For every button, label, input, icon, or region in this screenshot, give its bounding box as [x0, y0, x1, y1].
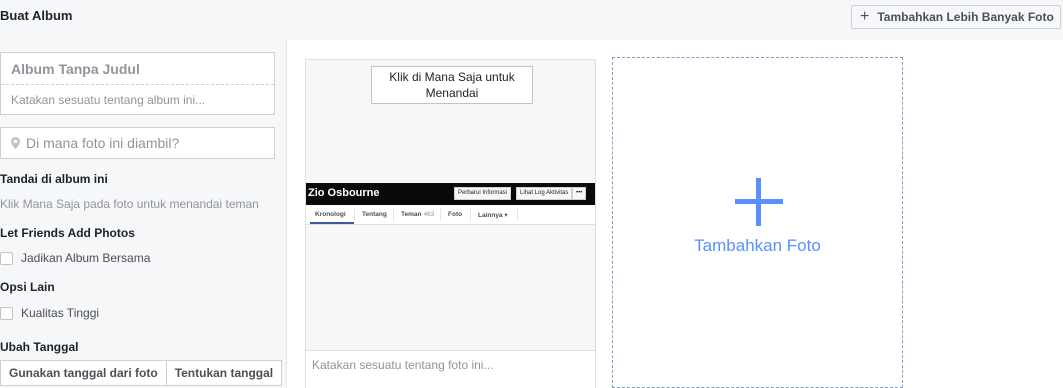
- plus-icon: [735, 178, 783, 226]
- album-box-divider: [1, 84, 274, 85]
- shared-album-option[interactable]: Jadikan Album Bersama: [0, 251, 150, 265]
- friends-add-heading: Let Friends Add Photos: [0, 226, 135, 240]
- photo-preview[interactable]: Klik di Mana Saja untuk Menandai Zio Osb…: [306, 60, 595, 350]
- plus-icon: +: [860, 8, 870, 25]
- album-description-input[interactable]: Katakan sesuatu tentang album ini...: [11, 93, 205, 107]
- use-photo-date-button[interactable]: Gunakan tanggal dari foto: [0, 360, 167, 386]
- tag-tooltip-line2: Menandai: [425, 86, 479, 100]
- photo-card: Klik di Mana Saja untuk Menandai Zio Osb…: [305, 59, 596, 388]
- high-quality-label: Kualitas Tinggi: [21, 306, 100, 320]
- shared-album-checkbox[interactable]: [0, 251, 13, 265]
- album-info-box: Album Tanpa Judul Katakan sesuatu tentan…: [0, 52, 275, 115]
- tab-separator: [440, 209, 441, 221]
- tab-separator: [354, 209, 355, 221]
- album-settings-sidebar: Album Tanpa Judul Katakan sesuatu tentan…: [0, 40, 287, 388]
- location-input[interactable]: Di mana foto ini diambil?: [0, 127, 275, 159]
- tag-tooltip: Klik di Mana Saja untuk Menandai: [371, 66, 533, 104]
- profile-name: Zio Osbourne: [308, 187, 380, 199]
- tab-timeline: Kronologi: [315, 211, 346, 218]
- tab-friends: Teman 463: [401, 211, 435, 218]
- profile-cover-bar: Zio Osbourne Perbarui Informasi Lihat Lo…: [306, 183, 595, 205]
- more-options-button: •••: [572, 187, 587, 200]
- map-pin-icon: [11, 137, 20, 149]
- tab-separator: [470, 209, 471, 221]
- tab-more: Lainnya ▾: [478, 212, 508, 219]
- location-placeholder: Di mana foto ini diambil?: [26, 135, 180, 151]
- set-date-button[interactable]: Tentukan tanggal: [166, 360, 283, 386]
- add-more-photos-button[interactable]: + Tambahkan Lebih Banyak Foto: [851, 5, 1061, 29]
- photo-caption-placeholder: Katakan sesuatu tentang foto ini...: [312, 358, 494, 372]
- date-button-group: Gunakan tanggal dari foto Tentukan tangg…: [0, 360, 283, 386]
- tab-about: Tentang: [362, 211, 387, 218]
- high-quality-option[interactable]: Kualitas Tinggi: [0, 306, 99, 320]
- friends-count: 463: [423, 211, 435, 218]
- photo-caption-input[interactable]: Katakan sesuatu tentang foto ini...: [306, 350, 595, 388]
- tab-separator: [393, 209, 394, 221]
- album-title-input[interactable]: Album Tanpa Judul: [11, 61, 140, 77]
- tab-photos: Foto: [448, 211, 463, 218]
- active-tab-indicator: [310, 222, 354, 224]
- page-title: Buat Album: [0, 8, 73, 23]
- change-date-heading: Ubah Tanggal: [0, 340, 79, 354]
- shared-album-label: Jadikan Album Bersama: [21, 251, 151, 265]
- add-photo-dropzone[interactable]: Tambahkan Foto: [612, 57, 903, 388]
- activity-log-button: Lihat Log Aktivitas: [516, 187, 573, 200]
- page-header: Buat Album + Tambahkan Lebih Banyak Foto: [0, 0, 1063, 40]
- high-quality-checkbox[interactable]: [0, 306, 13, 320]
- tag-tooltip-line1: Klik di Mana Saja untuk: [389, 70, 515, 84]
- add-photo-label: Tambahkan Foto: [694, 236, 821, 255]
- tab-separator: [517, 209, 518, 221]
- update-info-button: Perbarui Informasi: [454, 187, 512, 200]
- profile-tabs: Kronologi Tentang Teman 463 Foto Lainnya …: [306, 205, 595, 225]
- tag-helper-text: Klik Mana Saja pada foto untuk menandai …: [0, 197, 259, 211]
- tag-heading: Tandai di album ini: [0, 172, 108, 186]
- other-options-heading: Opsi Lain: [0, 280, 55, 294]
- add-more-photos-label: Tambahkan Lebih Banyak Foto: [877, 10, 1054, 24]
